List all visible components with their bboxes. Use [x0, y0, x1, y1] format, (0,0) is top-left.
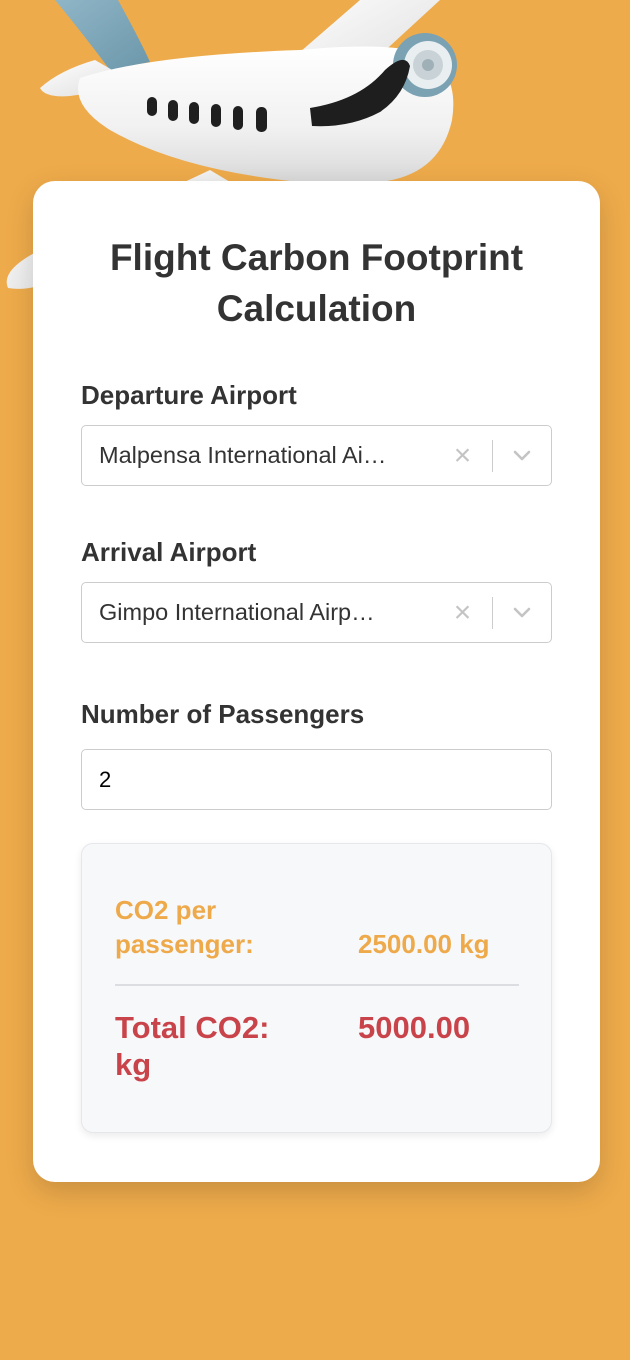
page-title: Flight Carbon Footprint Calculation	[109, 237, 524, 329]
calculator-card: Flight Carbon Footprint Calculation Depa…	[33, 181, 600, 1182]
passengers-label: Number of Passengers	[81, 699, 365, 729]
departure-clear-icon[interactable]: ×	[434, 426, 492, 485]
arrival-chevron-down-icon[interactable]	[493, 583, 551, 642]
departure-chevron-down-icon[interactable]	[493, 426, 551, 485]
total-co2-label: Total CO2: kg	[115, 1010, 270, 1082]
arrival-airport-select[interactable]: Gimpo International Airp… ×	[81, 582, 552, 643]
co2-per-passenger-label: CO2 per passenger:	[115, 895, 254, 959]
arrival-clear-icon[interactable]: ×	[434, 583, 492, 642]
arrival-airport-label: Arrival Airport	[81, 537, 257, 567]
total-co2-value: 5000.00	[358, 1010, 471, 1045]
departure-airport-label: Departure Airport	[81, 380, 297, 410]
co2-per-passenger-value: 2500.00 kg	[358, 929, 490, 959]
passengers-input[interactable]	[81, 749, 552, 810]
departure-airport-select[interactable]: Malpensa International Ai… ×	[81, 425, 552, 486]
page-background: Flight Carbon Footprint Calculation Depa…	[0, 0, 630, 1360]
results-panel: CO2 per passenger: 2500.00 kg Total CO2:…	[81, 843, 552, 1133]
departure-airport-value: Malpensa International Ai…	[99, 442, 387, 468]
arrival-airport-value: Gimpo International Airp…	[99, 599, 375, 625]
results-divider	[115, 984, 519, 986]
